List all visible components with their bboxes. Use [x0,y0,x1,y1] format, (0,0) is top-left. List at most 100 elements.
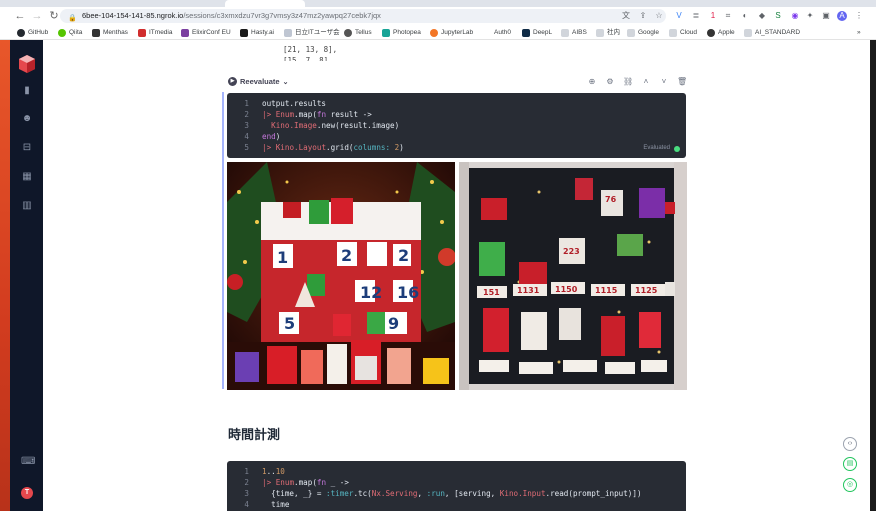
bookmark-label: Hasty.ai [251,29,274,36]
bookmark-label: Google [638,29,659,36]
browser-tab[interactable] [400,0,468,7]
browser-tab-active[interactable] [225,0,305,7]
zoom-icon[interactable]: ⊕ [587,76,597,88]
svg-text:151: 151 [483,288,500,297]
forward-icon[interactable]: → [31,10,43,22]
extension-icon[interactable]: V [674,11,684,21]
bookmark-cloud[interactable]: Cloud [669,27,697,38]
bookmark-deepl[interactable]: DeepL [522,27,552,38]
book-icon[interactable]: ▮ [21,85,33,97]
trash-icon[interactable]: 🗑 [677,76,687,88]
extension-icon[interactable]: ⌗ [723,11,733,21]
menu-icon[interactable]: ⋮ [854,11,864,21]
bookmark-label: Qiita [69,29,83,36]
reload-icon[interactable]: ↻ [48,10,60,22]
link-icon[interactable]: ⛓ [623,76,633,88]
extension-icon[interactable]: ◐ [740,11,750,21]
bookmark-itmedia[interactable]: ITmedia [138,27,172,38]
bookmark-label: GitHub [28,29,49,36]
extension-badge-icon[interactable]: 1 [708,11,718,21]
svg-text:76: 76 [605,195,617,204]
extension-icon[interactable]: S [773,11,783,21]
bookmark-label: JupyterLab [441,29,474,36]
desktop-edge-right [870,40,876,511]
extension-icon[interactable]: ◆ [757,11,767,21]
runtime-status-icon[interactable]: ◎ [843,478,857,492]
sidepanel-icon[interactable]: ▣ [821,11,831,21]
line-number: 4 [244,500,249,509]
livebook-logo-icon[interactable] [19,55,35,73]
bookmark-hasty[interactable]: Hasty.ai [240,27,274,38]
bookmark-shanai[interactable]: 社内 [596,27,620,38]
folder-icon [669,28,677,37]
code-editor[interactable]: 1 1..10 2 |> Enum.map(fn _ -> 3 {time, _… [227,461,686,511]
code-line: output.results [262,99,327,108]
livebook-sidebar: ▮ ☻ ⊟ ▦ ▥ ⌨ T [10,40,43,511]
svg-text:1131: 1131 [517,286,540,295]
save-status-icon[interactable]: ▤ [843,457,857,471]
bookmark-label: ElixirConf EU [192,29,231,36]
keyboard-icon[interactable]: ⌨ [21,456,35,468]
bookmark-photopea[interactable]: Photopea [382,27,421,38]
chevron-down-icon[interactable]: ˅ [659,76,669,88]
output-image: 122 12 16 5 9 [227,162,455,390]
bookmark-tellus[interactable]: Tellus [344,27,372,38]
bookmark-google[interactable]: Google [627,27,659,38]
profile-avatar[interactable]: A [837,11,847,21]
code-editor[interactable]: 1 output.results 2 |> Enum.map(fn result… [227,93,686,158]
lock-icon[interactable]: ⊟ [21,142,33,154]
folder-icon [744,28,752,37]
translate-icon[interactable]: 文 [621,11,631,21]
bookmark-label: Menthas [103,29,128,36]
browser-tab[interactable] [320,0,388,7]
browser-tab[interactable] [720,0,788,7]
bookmark-github[interactable]: GitHub [17,27,48,38]
extension-icon[interactable]: ≣ [691,11,701,21]
trash-icon[interactable]: ▥ [21,200,33,212]
address-bar[interactable]: 🔒 6bee-104-154-141-85.ngrok.io/sessions/… [60,9,666,23]
chevron-up-icon[interactable]: ˄ [641,76,651,88]
advent-calendar-image: 122 12 165 9 [227,162,455,390]
line-number: 1 [244,467,249,476]
back-icon[interactable]: ← [14,10,26,22]
bookmark-menthas[interactable]: Menthas [92,27,128,38]
extension-icon[interactable]: ◉ [790,11,800,21]
code-view-button[interactable]: ‹› [843,437,857,451]
folder-icon [284,28,292,37]
bookmark-apple[interactable]: Apple [707,27,735,38]
share-icon[interactable]: ⇪ [638,11,648,21]
deepl-icon [522,28,530,37]
bookmarks-bar: GitHub Qiita Menthas ITmedia ElixirConf … [0,25,876,40]
user-avatar[interactable]: T [21,487,33,499]
line-number: 2 [244,478,249,487]
browser-tab[interactable] [480,0,548,7]
browser-tab[interactable] [60,0,128,7]
bookmark-qiita[interactable]: Qiita [58,27,82,38]
cell-actions: ⊕ ⚙ ⛓ ˄ ˅ 🗑 [587,76,688,88]
folder-icon [596,28,604,37]
bookmark-auth0[interactable]: Auth0 [494,27,511,38]
svg-text:2: 2 [341,246,352,265]
reevaluate-button[interactable]: ▶ Reevaluate ⌄ [228,77,288,86]
svg-text:223: 223 [563,247,580,256]
screen: ← → ↻ 🔒 6bee-104-154-141-85.ngrok.io/ses… [0,0,876,511]
line-number: 1 [244,99,249,108]
browser-tab[interactable] [640,0,708,7]
browser-tab[interactable] [140,0,208,7]
bookmark-hitachi[interactable]: 日立ITユーザ会 [284,27,340,38]
cpu-icon[interactable]: ▦ [21,171,33,183]
bookmark-jupyterlab[interactable]: JupyterLab [430,27,473,38]
bookmark-elixirconf[interactable]: ElixirConf EU [181,27,231,38]
gear-icon[interactable]: ⚙ [605,76,615,88]
elixirconf-icon [181,28,189,37]
line-number: 5 [244,143,249,152]
bookmarks-more-button[interactable]: » [857,27,861,38]
code-line: |> Enum.map(fn _ -> [262,478,349,487]
bookmark-label: Photopea [393,29,421,36]
users-icon[interactable]: ☻ [21,113,33,125]
puzzle-icon[interactable]: ✦ [805,11,815,21]
bookmark-ai-standard[interactable]: AI_STANDARD [744,27,800,38]
bookmark-aibs[interactable]: AIBS [561,27,587,38]
browser-tab[interactable] [560,0,628,7]
star-icon[interactable]: ☆ [654,11,664,21]
